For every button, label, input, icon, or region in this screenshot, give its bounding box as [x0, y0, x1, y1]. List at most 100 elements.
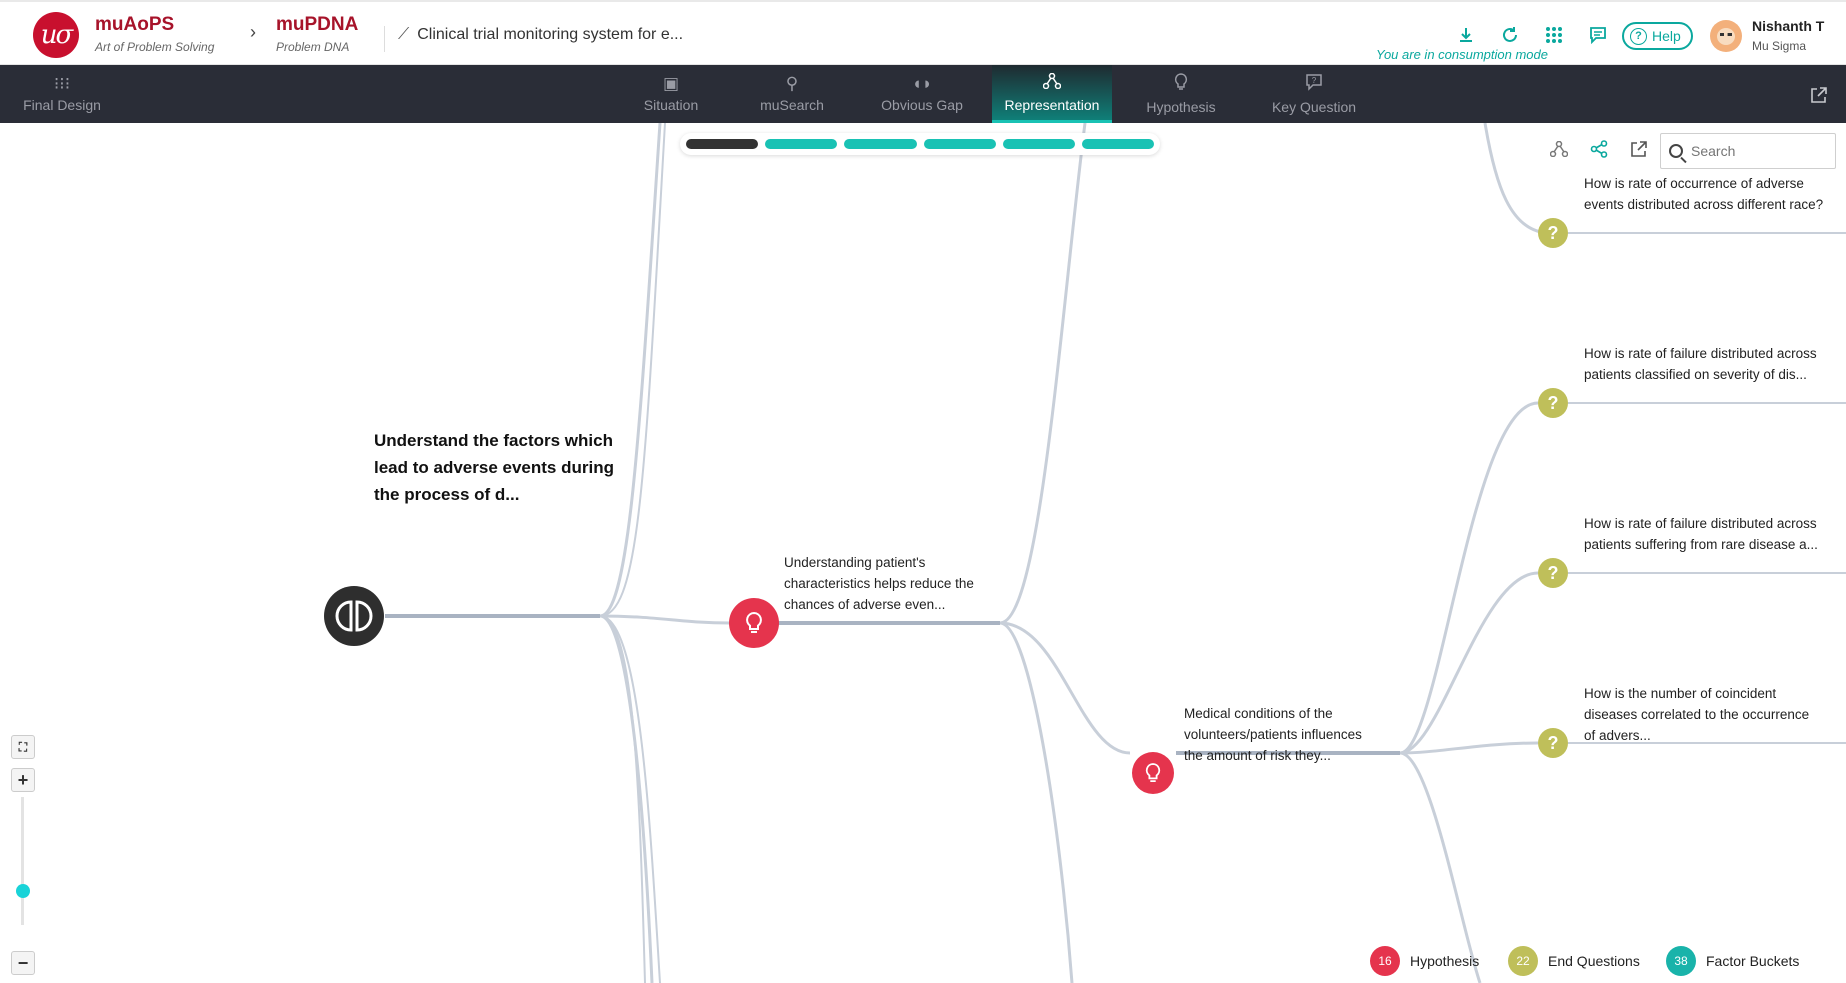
- question-label[interactable]: How is rate of occurrence of adverse eve…: [1584, 173, 1824, 215]
- tab-label: Situation: [643, 97, 699, 113]
- hypothesis-node[interactable]: [1132, 752, 1174, 794]
- header-actions: [1455, 24, 1609, 46]
- question-node[interactable]: ?: [1538, 728, 1568, 758]
- export-canvas-icon[interactable]: [1628, 138, 1650, 160]
- user-name[interactable]: Nishanth T: [1752, 18, 1824, 34]
- module-brand[interactable]: muPDNA Problem DNA: [276, 14, 358, 54]
- tree-layout-icon[interactable]: [1548, 138, 1570, 160]
- tab-key-question[interactable]: ? Key Question: [1264, 65, 1364, 123]
- tab-situation[interactable]: ▣ Situation: [620, 65, 722, 123]
- comments-icon[interactable]: [1587, 24, 1609, 46]
- refresh-icon[interactable]: [1499, 24, 1521, 46]
- connector-hyp2-q2: [1399, 401, 1539, 755]
- connector-root-down-2: [599, 615, 661, 983]
- progress-stepper: [680, 133, 1160, 155]
- hypothesis-label[interactable]: Understanding patient's characteristics …: [784, 552, 984, 615]
- legend-end-questions-count: 22: [1508, 946, 1538, 976]
- tab-musearch[interactable]: ⚲ muSearch: [742, 65, 842, 123]
- root-node[interactable]: [324, 586, 384, 646]
- search-icon: [1669, 144, 1683, 158]
- lightbulb-icon: [1174, 73, 1188, 95]
- lightbulb-icon: [746, 611, 762, 633]
- module-subtitle: Problem DNA: [276, 40, 350, 54]
- zoom-slider-handle[interactable]: [16, 884, 30, 898]
- share-icon[interactable]: [1588, 138, 1610, 160]
- connector-hyp2-q4: [1399, 741, 1539, 755]
- connector-hyp1-hyp2: [999, 621, 1131, 755]
- nav-final-design[interactable]: ⁝⁝⁝ Final Design: [22, 65, 102, 123]
- fit-screen-icon[interactable]: ⛶: [11, 735, 35, 759]
- root-node-label[interactable]: Understand the factors which lead to adv…: [374, 427, 624, 508]
- representation-icon: [1042, 72, 1062, 93]
- situation-icon: ▣: [662, 74, 680, 93]
- connector-hyp1-up: [999, 123, 1087, 625]
- zoom-out-button[interactable]: −: [11, 951, 35, 975]
- user-org: Mu Sigma: [1752, 39, 1807, 53]
- zoom-slider-track[interactable]: [21, 797, 24, 925]
- hypothesis-node[interactable]: [729, 598, 779, 648]
- progress-step[interactable]: [686, 139, 759, 149]
- musearch-icon: ⚲: [785, 74, 799, 93]
- connector-top-q1: [1483, 123, 1551, 235]
- representation-canvas[interactable]: Understand the factors which lead to adv…: [0, 123, 1846, 983]
- tab-hypothesis[interactable]: Hypothesis: [1136, 65, 1226, 123]
- app-name: muAoPS: [95, 14, 175, 35]
- obvious-gap-icon: [335, 600, 373, 632]
- help-label: Help: [1652, 28, 1681, 44]
- dna-icon: ⟋: [398, 26, 410, 43]
- progress-step[interactable]: [1081, 139, 1155, 149]
- legend-hypothesis: 16 Hypothesis: [1370, 946, 1479, 976]
- chevron-right-icon: ›: [250, 22, 256, 42]
- search-box[interactable]: [1660, 133, 1836, 169]
- tab-label: muSearch: [760, 97, 824, 113]
- tab-label: Representation: [1004, 96, 1100, 113]
- progress-step[interactable]: [1002, 139, 1075, 149]
- svg-text:?: ?: [1312, 76, 1317, 85]
- app-brand[interactable]: muAoPS Art of Problem Solving: [95, 14, 214, 54]
- main-navbar: ⁝⁝⁝ Final Design ▣ Situation ⚲ muSearch …: [0, 65, 1846, 123]
- progress-step[interactable]: [765, 139, 838, 149]
- lightbulb-icon: [1145, 763, 1161, 782]
- header-divider: [384, 26, 385, 52]
- connector-root-down-3: [599, 615, 646, 983]
- tab-label: Obvious Gap: [881, 97, 963, 113]
- obvious-gap-icon: ◖◗: [911, 74, 933, 93]
- hypothesis-label[interactable]: Medical conditions of the volunteers/pat…: [1184, 703, 1384, 766]
- tab-representation[interactable]: Representation: [992, 65, 1112, 123]
- question-label[interactable]: How is rate of failure distributed acros…: [1584, 513, 1834, 555]
- nav-final-design-label: Final Design: [23, 97, 101, 113]
- legend-hypothesis-count: 16: [1370, 946, 1400, 976]
- tab-label: Key Question: [1271, 99, 1357, 115]
- app-header: uσ muAoPS Art of Problem Solving › muPDN…: [0, 0, 1846, 65]
- pdna-title[interactable]: ⟋ Clinical trial monitoring system for e…: [398, 26, 683, 44]
- legend-end-questions-label: End Questions: [1548, 953, 1640, 969]
- module-name: muPDNA: [276, 14, 359, 35]
- tab-obvious-gap[interactable]: ◖◗ Obvious Gap: [868, 65, 976, 123]
- legend-factor-buckets-count: 38: [1666, 946, 1696, 976]
- connector-root-hyp1: [599, 614, 731, 625]
- legend-end-questions: 22 End Questions: [1508, 946, 1640, 976]
- mu-sigma-logo[interactable]: uσ: [33, 12, 79, 58]
- zoom-in-button[interactable]: +: [11, 768, 35, 792]
- progress-step[interactable]: [923, 139, 996, 149]
- final-design-icon: ⁝⁝⁝: [53, 74, 71, 93]
- pdna-title-text: Clinical trial monitoring system for e..…: [417, 26, 684, 43]
- question-node[interactable]: ?: [1538, 218, 1568, 248]
- legend-factor-buckets: 38 Factor Buckets: [1666, 946, 1799, 976]
- legend-factor-buckets-label: Factor Buckets: [1706, 953, 1800, 969]
- key-question-icon: ?: [1305, 73, 1323, 95]
- help-button[interactable]: ? Help: [1622, 22, 1693, 50]
- consumption-mode-text: You are in consumption mode: [1376, 47, 1548, 62]
- download-icon[interactable]: [1455, 24, 1477, 46]
- apps-grid-icon[interactable]: [1543, 24, 1565, 46]
- search-input[interactable]: [1691, 143, 1821, 159]
- question-node[interactable]: ?: [1538, 388, 1568, 418]
- question-node[interactable]: ?: [1538, 558, 1568, 588]
- question-label[interactable]: How is rate of failure distributed acros…: [1584, 343, 1834, 385]
- question-label[interactable]: How is the number of coincident diseases…: [1584, 683, 1824, 746]
- progress-step[interactable]: [844, 139, 917, 149]
- export-icon[interactable]: [1810, 86, 1828, 109]
- help-icon: ?: [1630, 27, 1647, 45]
- user-avatar[interactable]: [1710, 20, 1742, 52]
- tab-label: Hypothesis: [1146, 99, 1216, 115]
